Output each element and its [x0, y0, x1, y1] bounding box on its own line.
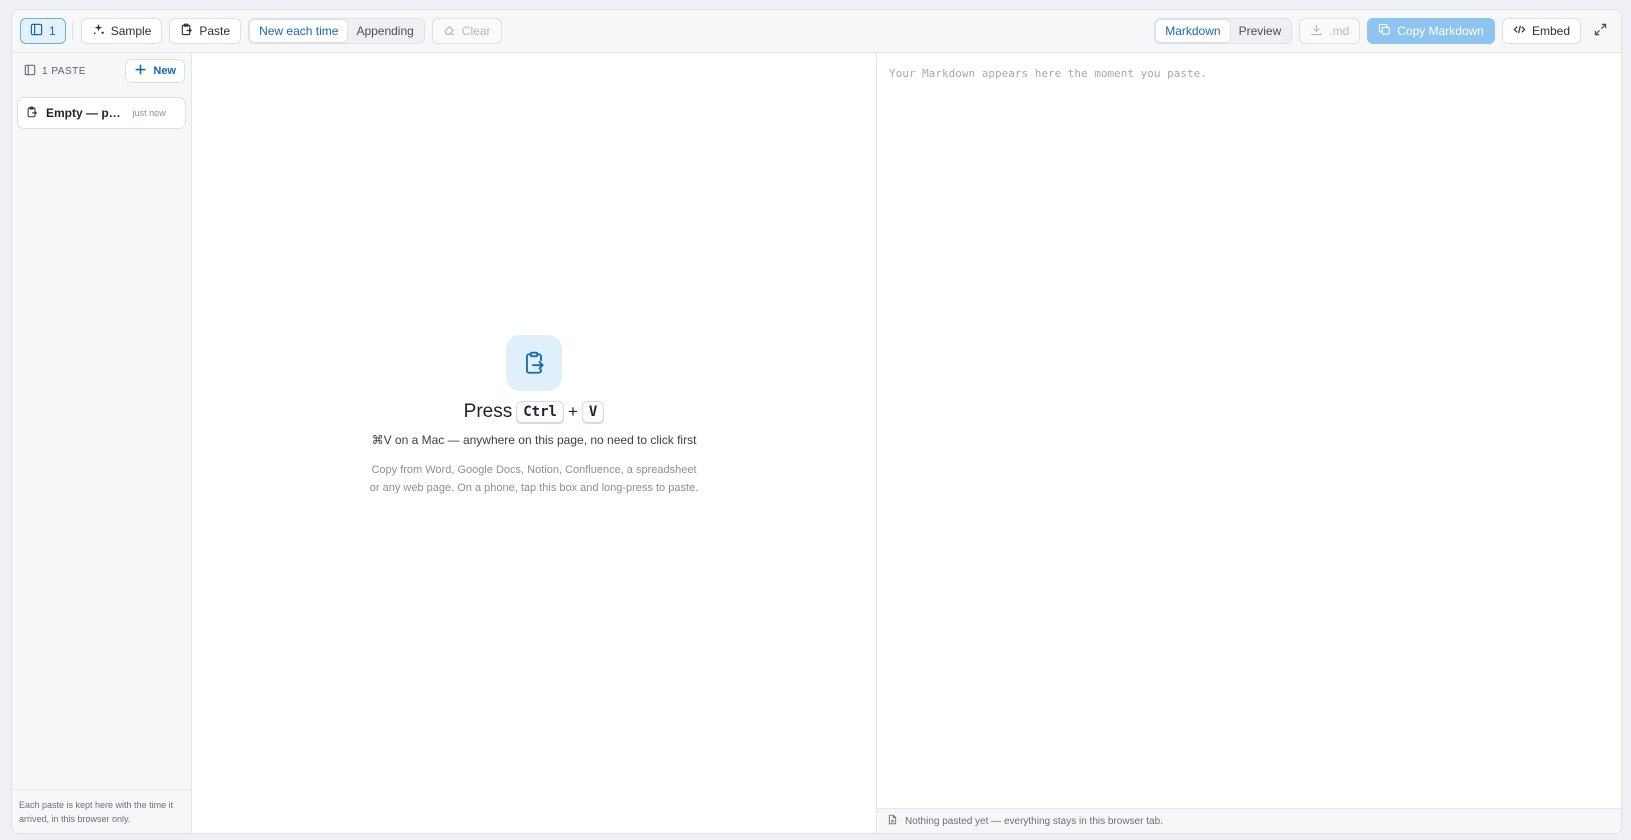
- ctrl-key: Ctrl: [516, 401, 564, 423]
- toolbar-divider: [71, 22, 73, 40]
- paste-mode-toggle: New each time Appending: [248, 18, 425, 44]
- expand-icon: [1594, 23, 1607, 39]
- copy-label: Copy Markdown: [1397, 24, 1484, 38]
- paste-icon: [180, 23, 193, 39]
- press-label: Press: [463, 401, 513, 422]
- copy-icon: [1378, 23, 1391, 39]
- mode-new-each-time[interactable]: New each time: [250, 20, 348, 42]
- sidebar-header-icon: [24, 64, 36, 79]
- new-label: New: [153, 65, 176, 77]
- paste-item-time: just now: [132, 108, 166, 118]
- app-window: 1 Sample Paste New each time Appending C…: [11, 9, 1622, 834]
- plus-icon: [134, 63, 147, 79]
- code-icon: [1513, 23, 1526, 39]
- sample-label: Sample: [110, 24, 152, 38]
- sparkle-icon: [92, 23, 105, 39]
- download-label: .md: [1329, 24, 1350, 38]
- copy-markdown-button[interactable]: Copy Markdown: [1367, 18, 1495, 44]
- shortcut-line: Press Ctrl + V: [192, 401, 876, 423]
- status-bar: Nothing pasted yet — everything stays in…: [877, 808, 1621, 833]
- clear-label: Clear: [461, 24, 491, 38]
- embed-label: Embed: [1531, 24, 1570, 38]
- download-icon: [1310, 23, 1323, 39]
- sidebar-header: 1 PASTE New: [12, 53, 191, 89]
- embed-button[interactable]: Embed: [1501, 18, 1581, 44]
- clear-button[interactable]: Clear: [431, 18, 502, 44]
- plus-sign: +: [567, 402, 578, 421]
- view-markdown[interactable]: Markdown: [1156, 20, 1230, 42]
- markdown-output-pane[interactable]: Your Markdown appears here the moment yo…: [877, 53, 1621, 833]
- clipboard-icon: [506, 335, 562, 391]
- toolbar: 1 Sample Paste New each time Appending C…: [12, 10, 1621, 53]
- sample-button[interactable]: Sample: [80, 18, 163, 44]
- new-paste-button[interactable]: New: [125, 59, 185, 83]
- v-key: V: [581, 401, 605, 423]
- sidebar-footer-note: Each paste is kept here with the time it…: [12, 789, 191, 833]
- sidebar-icon: [30, 23, 43, 39]
- view-toggle: Markdown Preview: [1154, 18, 1293, 44]
- document-icon: [887, 814, 898, 828]
- sidebar-count: 1: [49, 24, 56, 38]
- paste-label: Paste: [199, 24, 231, 38]
- view-preview[interactable]: Preview: [1230, 20, 1291, 42]
- output-placeholder: Your Markdown appears here the moment yo…: [889, 67, 1207, 80]
- sidebar-toggle-button[interactable]: 1: [20, 18, 66, 44]
- paste-button[interactable]: Paste: [169, 18, 242, 44]
- paste-empty-state: Press Ctrl + V ⌘V on a Mac — anywhere on…: [192, 335, 876, 497]
- paste-history-item[interactable]: Empty — p… just now: [17, 97, 186, 129]
- paste-description: Copy from Word, Google Docs, Notion, Con…: [369, 464, 699, 494]
- paste-item-title: Empty — p…: [46, 106, 121, 120]
- status-text: Nothing pasted yet — everything stays in…: [905, 815, 1163, 827]
- paste-input-pane[interactable]: Press Ctrl + V ⌘V on a Mac — anywhere on…: [192, 53, 877, 833]
- expand-button[interactable]: [1587, 18, 1613, 44]
- mode-appending[interactable]: Appending: [347, 20, 422, 42]
- paste-icon: [26, 106, 38, 121]
- mac-hint: ⌘V on a Mac — anywhere on this page, no …: [371, 433, 697, 447]
- paste-history-sidebar: 1 PASTE New Empty — p… just now Each pas…: [12, 53, 192, 833]
- paste-count: 1 PASTE: [42, 65, 86, 77]
- download-md-button[interactable]: .md: [1299, 18, 1361, 44]
- eraser-icon: [443, 23, 456, 39]
